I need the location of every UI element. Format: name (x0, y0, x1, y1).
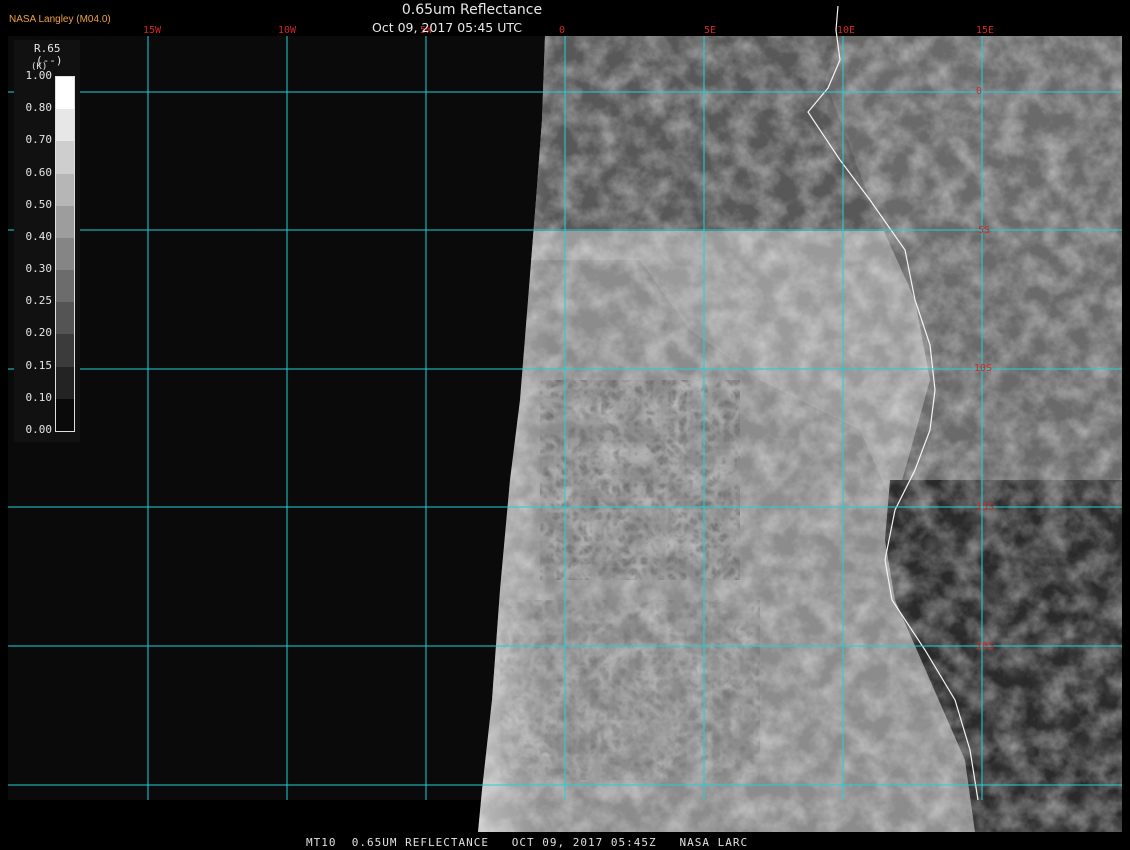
image-timestamp: Oct 09, 2017 05:45 UTC (372, 20, 522, 35)
legend-tick-label: 0.15 (25, 358, 53, 372)
lon-label-15e: 15E (976, 25, 994, 36)
legend-swatch (56, 366, 74, 400)
legend-tick-label: 0.20 (25, 326, 53, 340)
image-title: 0.65um Reflectance (401, 2, 543, 18)
legend-tick-label: 0.60 (25, 165, 53, 179)
color-scale-legend: R.65 (--) (K) 1.00 0.80 0.70 0.60 0.50 0.40 0.… (14, 40, 80, 442)
lat-label-20s: 20S (976, 641, 994, 652)
legend-swatch (56, 334, 74, 368)
legend-tick-label: 1.00 (25, 69, 53, 82)
satellite-image-viewer: 15W 10W 5W 0 5E 10E 15E 0 5S 10S 15S 20S… (0, 0, 1130, 850)
legend-tick-label: 0.10 (25, 390, 53, 404)
grayscale-bar (55, 76, 75, 432)
lat-label-5s: 5S (978, 225, 990, 236)
satellite-reflectance-image: 15W 10W 5W 0 5E 10E 15E 0 5S 10S 15S 20S (8, 5, 1122, 832)
legend-swatch (56, 302, 74, 335)
legend-tick-label: 0.00 (25, 423, 53, 436)
legend-swatch (56, 270, 74, 303)
legend-swatch (56, 398, 74, 432)
legend-swatch (56, 141, 74, 175)
lat-label-10s: 10S (974, 363, 992, 374)
legend-tick-label: 0.50 (25, 197, 53, 211)
legend-tick-label: 0.70 (25, 133, 53, 147)
earth-disk (478, 36, 1122, 832)
legend-tick-label: 0.40 (25, 229, 53, 243)
lat-label-0: 0 (976, 86, 982, 97)
legend-tick-label: 0.25 (25, 294, 53, 308)
legend-swatch (56, 173, 74, 207)
legend-tick-label: 0.80 (25, 101, 53, 115)
legend-swatch (56, 77, 74, 110)
legend-tick-label: 0.30 (25, 262, 53, 276)
lat-label-15s: 15S (976, 502, 994, 513)
footer-caption: MT10 0.65UM REFLECTANCE OCT 09, 2017 05:… (306, 836, 749, 849)
legend-swatch (56, 205, 74, 239)
legend-swatch (56, 237, 74, 271)
legend-swatch (56, 109, 74, 142)
